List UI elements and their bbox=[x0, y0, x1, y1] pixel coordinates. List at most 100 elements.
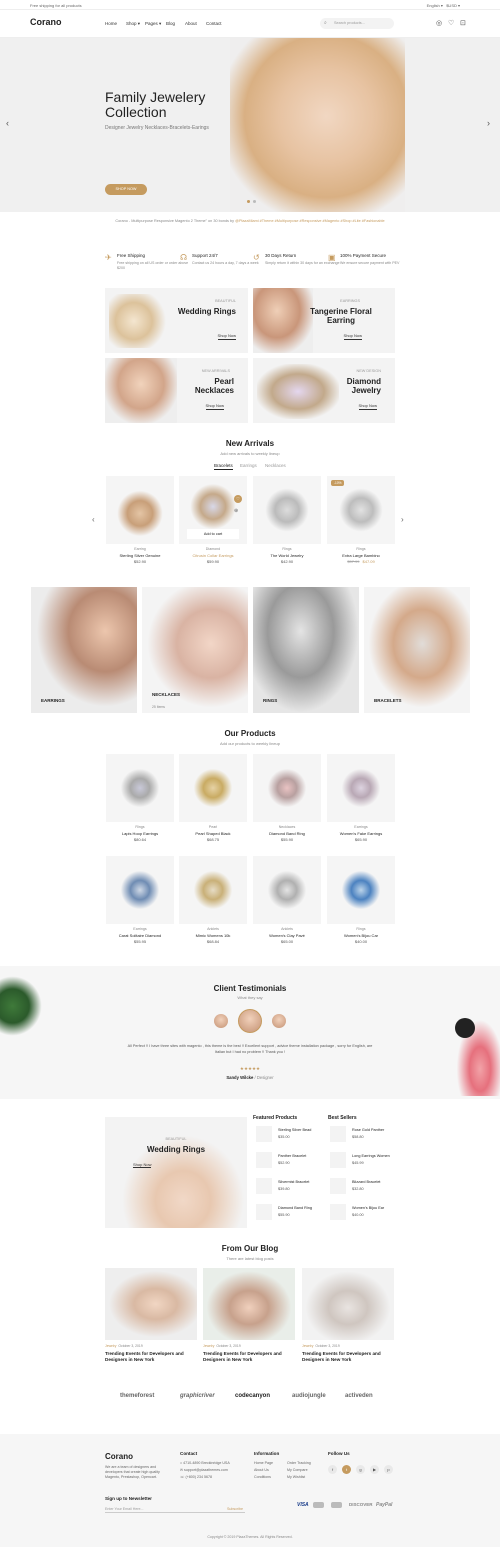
brand-logo-audiojungle[interactable]: audiojungle bbox=[292, 1393, 326, 1399]
banner-floral-earring[interactable]: EARRINGS Tangerine Floral Earring Shop N… bbox=[253, 288, 395, 353]
phone-icon: ☏ bbox=[180, 1475, 185, 1479]
brand-logo-graphicriver[interactable]: graphicriver bbox=[180, 1393, 215, 1399]
quick-view-icon[interactable]: ⊕ bbox=[234, 508, 238, 514]
footer-about: We are a team of designers and developer… bbox=[105, 1465, 160, 1479]
our-products-title: Our Products bbox=[224, 729, 276, 738]
product-card[interactable]: Rings Women's Bijou Car $40.00 bbox=[327, 856, 395, 944]
tab-necklaces[interactable]: Necklaces bbox=[265, 463, 286, 468]
newsletter-title: Sign up to Newsletter bbox=[105, 1496, 152, 1501]
main-header bbox=[0, 10, 500, 38]
nav-blog[interactable]: Blog bbox=[166, 21, 175, 26]
list-item[interactable]: Women's Bijou Ear $40.00 bbox=[330, 1202, 400, 1224]
banner-pearl-necklaces[interactable]: NEW ARRIVALS Pearl Necklaces Shop Now bbox=[105, 358, 248, 423]
search-input[interactable]: ⌕ Search products... bbox=[320, 18, 394, 29]
avatar-active[interactable] bbox=[238, 1009, 262, 1033]
list-item[interactable]: Diamond Band Ring $55.90 bbox=[256, 1202, 326, 1224]
avatar[interactable] bbox=[214, 1014, 228, 1028]
footer-contact-list: ⌂ 4710-4890 Breckinridge USA ✉ support@p… bbox=[180, 1460, 230, 1481]
rings-image bbox=[109, 294, 171, 348]
best-sellers-title: Best Sellers bbox=[328, 1115, 357, 1121]
blog-subtitle: There are latest blog posts bbox=[226, 1256, 274, 1261]
category-rings[interactable]: RINGS bbox=[253, 587, 359, 713]
product-card[interactable]: Anklets Mimic Womens 10k $68.84 bbox=[179, 856, 247, 944]
product-image bbox=[106, 476, 174, 544]
prev-slide-icon[interactable]: ‹ bbox=[6, 118, 9, 128]
product-card[interactable]: Rings Lapis Hoop Earrings $80.64 bbox=[106, 754, 174, 842]
blog-post[interactable]: Jewelry October 3, 2019 Trending Events f… bbox=[203, 1268, 295, 1363]
new-arrivals-title: New Arrivals bbox=[225, 439, 275, 448]
facebook-icon[interactable]: f bbox=[328, 1465, 337, 1474]
youtube-icon[interactable]: ▶ bbox=[370, 1465, 379, 1474]
top-bar: Free shipping for all products English ▾… bbox=[0, 0, 500, 10]
testimonial-author: Sandy Wilcke bbox=[226, 1075, 254, 1080]
google-plus-icon[interactable]: g bbox=[356, 1465, 365, 1474]
paypal-icon: PayPal bbox=[376, 1502, 393, 1508]
product-card[interactable]: Earrings Carat Solitaire Diamond $55.95 bbox=[106, 856, 174, 944]
product-card-hovered[interactable]: ♡ ⊕ Add to cart Diamond Citrusin Collar … bbox=[179, 476, 247, 564]
blog-post[interactable]: Jewelry October 3, 2019 Trending Events f… bbox=[302, 1268, 394, 1363]
language-selector[interactable]: English ▾ $USD ▾ bbox=[427, 3, 460, 8]
return-icon: ↺ bbox=[253, 253, 260, 262]
banner-wedding-rings[interactable]: BEAUTIFUL Wedding Rings Shop Now bbox=[105, 288, 248, 353]
tab-earrings[interactable]: Earrings bbox=[240, 463, 257, 468]
search-icon[interactable]: ⌕ bbox=[324, 20, 327, 26]
wishlist-icon[interactable]: ♡ bbox=[448, 19, 454, 27]
category-necklaces[interactable]: NECKLACES 25 Items bbox=[142, 587, 248, 713]
nav-shop[interactable]: Shop ▾ bbox=[126, 21, 140, 27]
hero-slider: Family Jewelery Collection Designer Jewe… bbox=[0, 38, 500, 212]
list-item[interactable]: Long Earrings Women $45.99 bbox=[330, 1150, 400, 1172]
category-earrings[interactable]: EARRINGS bbox=[31, 587, 137, 713]
product-card[interactable]: Rings The World Jewelry $42.90 bbox=[253, 476, 321, 564]
list-item[interactable]: Sterling Silver Bead $35.00 bbox=[256, 1124, 326, 1146]
product-card[interactable]: Earrings Women's Fake Earrings $65.90 bbox=[327, 754, 395, 842]
twitter-icon[interactable]: t bbox=[342, 1465, 351, 1474]
subscribe-button[interactable]: Subscribe bbox=[227, 1507, 243, 1511]
product-card[interactable]: Pearl Pearl Shaped Black $68.75 bbox=[179, 754, 247, 842]
location-icon: ⌂ bbox=[180, 1461, 183, 1465]
list-item[interactable]: Blizzard Bracelet $32.80 bbox=[330, 1176, 400, 1198]
nav-pages[interactable]: Pages ▾ bbox=[145, 21, 161, 27]
pinterest-icon[interactable]: p bbox=[384, 1465, 393, 1474]
truck-icon: ✈ bbox=[105, 253, 112, 262]
wishlist-icon[interactable]: ♡ bbox=[234, 495, 242, 503]
logo[interactable]: Corano bbox=[30, 17, 62, 27]
prev-arrivals-icon[interactable]: ‹ bbox=[92, 515, 95, 524]
nav-home[interactable]: Home bbox=[105, 21, 117, 26]
nav-about[interactable]: About bbox=[185, 21, 197, 26]
product-card[interactable]: -10% Rings Extra Large Bambino $57.99 $47… bbox=[327, 476, 395, 564]
tab-bracelets[interactable]: Bracelets bbox=[214, 463, 233, 470]
footer-contact-title: Contact bbox=[180, 1451, 198, 1456]
shop-now-button[interactable]: SHOP NOW bbox=[105, 184, 147, 195]
add-to-cart-button[interactable]: Add to cart bbox=[187, 529, 239, 539]
slider-dot-active[interactable] bbox=[247, 200, 250, 203]
visa-icon: VISA bbox=[297, 1502, 309, 1508]
promo-wedding-rings[interactable]: BEAUTIFUL Wedding Rings Shop Now bbox=[105, 1117, 247, 1228]
mastercard-icon bbox=[313, 1502, 324, 1508]
brand-logo-codecanyon[interactable]: codecanyon bbox=[235, 1393, 270, 1399]
nav-contact[interactable]: Contact bbox=[206, 21, 222, 26]
list-item[interactable]: Rose Gold Panther $58.80 bbox=[330, 1124, 400, 1146]
brand-logo-themeforest[interactable]: themeforest bbox=[120, 1393, 154, 1399]
currency-selector[interactable]: $USD bbox=[446, 3, 457, 8]
category-bracelets[interactable]: BRACELETS bbox=[364, 587, 470, 713]
avatar[interactable] bbox=[272, 1014, 286, 1028]
blog-post[interactable]: Jewelry October 3, 2019 Trending Events f… bbox=[105, 1268, 197, 1363]
product-card[interactable]: Earring Sterling Silver Genuine $52.90 bbox=[106, 476, 174, 564]
product-card[interactable]: Anklets Women's Clay Pavé $65.00 bbox=[253, 856, 321, 944]
next-slide-icon[interactable]: › bbox=[487, 118, 490, 128]
slider-dot[interactable] bbox=[253, 200, 256, 203]
next-arrivals-icon[interactable]: › bbox=[401, 515, 404, 524]
product-card[interactable]: Necklaces Diamond Band Ring $55.90 bbox=[253, 754, 321, 842]
account-icon[interactable]: ◎ bbox=[436, 19, 442, 27]
cart-icon[interactable]: ⊡ bbox=[460, 19, 466, 27]
list-item[interactable]: Silvermist Bracelet $39.80 bbox=[256, 1176, 326, 1198]
watch-decoration bbox=[455, 1018, 475, 1038]
testimonial-role: / Designer bbox=[254, 1075, 274, 1080]
brand-logo-activeden[interactable]: activeden bbox=[345, 1393, 373, 1399]
newsletter-email-input[interactable]: Enter Your Email Here... Subscribe bbox=[105, 1505, 245, 1513]
support-icon: ☊ bbox=[180, 253, 188, 262]
footer-logo[interactable]: Corano bbox=[105, 1452, 133, 1461]
list-item[interactable]: Panther Bracelet $52.90 bbox=[256, 1150, 326, 1172]
banner-diamond-jewelry[interactable]: NEW DESIGN Diamond Jewelry Shop Now bbox=[253, 358, 395, 423]
testimonial-quote: All Perfect !! I have three sites with m… bbox=[127, 1044, 373, 1054]
